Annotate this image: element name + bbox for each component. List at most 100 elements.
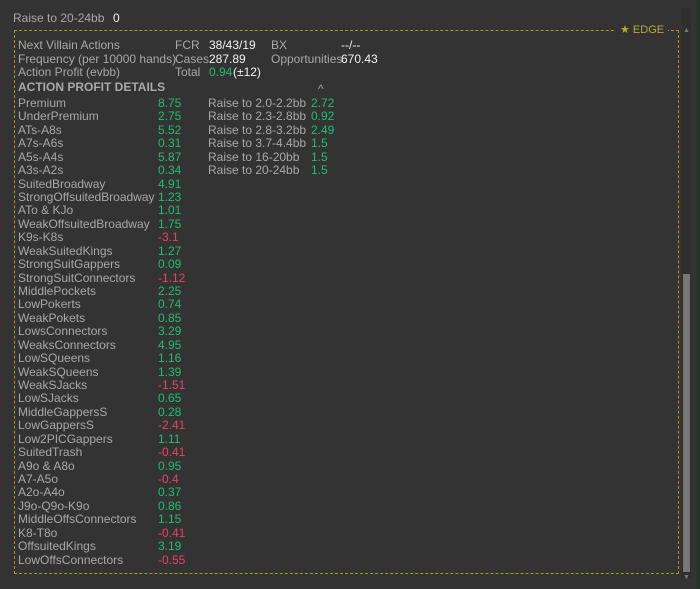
top-row-value: 0 xyxy=(113,11,120,25)
bx-value: --/-- xyxy=(341,38,361,52)
row-value: 1.39 xyxy=(158,364,182,379)
row-value: 3.29 xyxy=(158,324,182,339)
edge-badge[interactable]: ★ EDGE xyxy=(616,23,669,37)
row-label: Raise to 20-24bb xyxy=(208,163,300,178)
row-value: 5.87 xyxy=(158,149,182,164)
row-label: ATo & KJo xyxy=(18,203,74,218)
row-label: K9s-K8s xyxy=(18,230,64,245)
row-value: 8.75 xyxy=(158,96,182,110)
row-value: 0.74 xyxy=(158,297,182,312)
row-label: Raise to 16-20bb xyxy=(208,149,300,164)
row-label: OffsuitedKings xyxy=(18,539,96,554)
summary-label: Frequency (per 10000 hands) xyxy=(18,52,177,66)
scroll-down-icon[interactable]: ▼ xyxy=(683,574,690,582)
row-value: 0.86 xyxy=(158,498,182,513)
row-value: 2.25 xyxy=(158,284,182,299)
row-label: StrongSuitGappers xyxy=(18,257,121,272)
row-label: Raise to 2.0-2.2bb xyxy=(208,96,307,110)
row-label: StrongOffsuitedBroadway xyxy=(18,190,155,204)
row-value: 0.95 xyxy=(158,458,182,473)
row-label: LowsConnectors xyxy=(18,324,108,339)
row-value: 0.34 xyxy=(158,163,182,178)
row-value: 1.15 xyxy=(158,512,182,527)
row-label: MiddlePockets xyxy=(18,284,97,299)
row-label: LowOffsConnectors xyxy=(18,552,124,567)
row-label: J9o-Q9o-K9o xyxy=(18,498,90,513)
hud-popup-window: Raise to 20-24bb 0 ★ EDGE Next Villain A… xyxy=(0,0,697,589)
row-label: Raise to 2.8-3.2bb xyxy=(208,122,307,137)
row-value: 1.75 xyxy=(158,216,182,231)
row-label: WeaksConnectors xyxy=(18,337,116,352)
row-value: 1.5 xyxy=(311,163,328,178)
collapse-chevron-icon[interactable]: ^ xyxy=(318,82,324,96)
row-value: 2.75 xyxy=(158,109,182,124)
row-value: 0.85 xyxy=(158,310,182,325)
opportunities-value: 670.43 xyxy=(341,52,378,66)
total-label: Total xyxy=(175,65,201,79)
row-label: A9o & A8o xyxy=(18,458,75,473)
cases-label: Cases xyxy=(175,52,210,66)
row-label: K8-T8o xyxy=(18,525,58,540)
summary-label: Action Profit (evbb) xyxy=(18,65,121,79)
summary-label: Next Villain Actions xyxy=(18,38,120,52)
fcr-value: 38/43/19 xyxy=(209,38,256,52)
row-label: UnderPremium xyxy=(18,109,99,124)
row-value: 2.72 xyxy=(311,96,335,110)
bx-label: BX xyxy=(271,38,288,52)
row-label: MiddleGappersS xyxy=(18,404,108,419)
row-label: A7-A5o xyxy=(18,472,59,487)
row-value: -0.41 xyxy=(158,445,186,460)
row-label: Low2PICGappers xyxy=(18,431,113,446)
row-value: -3.1 xyxy=(158,230,179,245)
row-label: WeakSJacks xyxy=(18,378,88,393)
details-title: ACTION PROFIT DETAILS xyxy=(18,80,166,94)
total-value: 0.94 xyxy=(209,65,233,79)
row-value: 1.5 xyxy=(311,136,328,151)
row-label: Raise to 2.3-2.8bb xyxy=(208,109,307,124)
row-label: A5s-A4s xyxy=(18,149,64,164)
row-label: MiddleOffsConnectors xyxy=(18,512,137,527)
row-value: 1.27 xyxy=(158,243,182,258)
row-label: WeakSuitedKings xyxy=(18,243,113,258)
edge-panel xyxy=(14,30,679,574)
row-value: 0.65 xyxy=(158,391,182,406)
row-value: 0.28 xyxy=(158,404,182,419)
scrollbar-thumb[interactable] xyxy=(683,274,690,572)
row-value: 3.19 xyxy=(158,539,182,554)
row-label: LowGappersS xyxy=(18,418,95,433)
row-label: StrongSuitConnectors xyxy=(18,270,136,285)
row-label: LowPokerts xyxy=(18,297,81,312)
row-value: -0.4 xyxy=(158,472,179,487)
scroll-up-icon[interactable]: ▲ xyxy=(683,27,690,35)
opportunities-label: Opportunities xyxy=(271,52,343,66)
row-value: 1.11 xyxy=(158,431,181,446)
row-value: -1.12 xyxy=(158,270,186,285)
row-value: 1.23 xyxy=(158,190,182,204)
fcr-label: FCR xyxy=(175,38,200,52)
row-label: WeakOffsuitedBroadway xyxy=(18,216,150,231)
row-label: LowSQueens xyxy=(18,351,91,366)
total-error: (±12) xyxy=(233,65,261,79)
row-value: 1.16 xyxy=(158,351,182,366)
row-value: -0.55 xyxy=(158,552,186,567)
row-label: LowSJacks xyxy=(18,391,79,406)
cases-value: 287.89 xyxy=(209,52,246,66)
row-label: SuitedBroadway xyxy=(18,176,106,191)
row-label: SuitedTrash xyxy=(18,445,83,460)
row-label: WeakSQueens xyxy=(18,364,99,379)
row-value: 4.91 xyxy=(158,176,182,191)
row-label: WeakPokets xyxy=(18,310,86,325)
row-value: 1.01 xyxy=(158,203,182,218)
row-label: A2o-A4o xyxy=(18,485,65,500)
row-label: A3s-A2s xyxy=(18,163,64,178)
row-value: 1.5 xyxy=(311,149,328,164)
row-label: Raise to 3.7-4.4bb xyxy=(208,136,307,151)
row-value: 2.49 xyxy=(311,122,335,137)
row-value: 0.09 xyxy=(158,257,182,272)
row-label: ATs-A8s xyxy=(18,122,62,137)
row-value: -0.41 xyxy=(158,525,186,540)
row-value: 0.37 xyxy=(158,485,182,500)
top-row-label: Raise to 20-24bb xyxy=(13,11,105,25)
row-value: -1.51 xyxy=(158,378,186,393)
row-value: 0.92 xyxy=(311,109,335,124)
